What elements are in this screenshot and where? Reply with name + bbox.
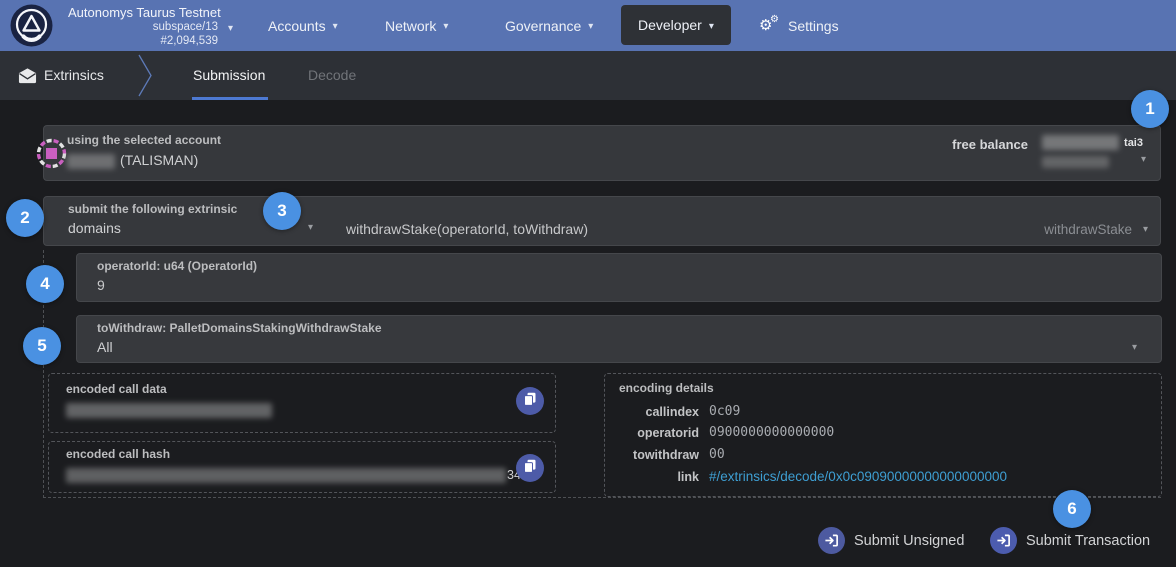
decode-link[interactable]: #/extrinsics/decode/0x0c0909000000000000… [709,469,1007,484]
encoded-call-hash-box: encoded call hash 34 [48,441,556,493]
chevron-separator-icon [136,51,154,105]
chevron-down-icon: ▾ [333,21,338,32]
autonomys-logo-icon[interactable] [10,4,53,47]
encoded-call-data-label: encoded call data [66,382,167,396]
encoded-call-data-box: encoded call data [48,373,556,433]
step-badge-3: 3 [263,192,301,230]
chain-name: Autonomys Taurus Testnet [68,5,218,20]
account-label: using the selected account [67,133,221,147]
account-identicon [35,137,68,170]
submit-transaction-button[interactable]: Submit Transaction [990,527,1150,554]
method-select[interactable]: withdrawStake [1044,222,1132,237]
encoding-row-operatorid: operatorid0900000000000000 [619,424,834,442]
to-withdraw-select[interactable]: toWithdraw: PalletDomainsStakingWithdraw… [76,315,1162,363]
encoded-call-hash-redacted [66,468,506,483]
encoded-call-hash-label: encoded call hash [66,447,170,461]
encoded-call-data-redacted [66,403,272,418]
runtime-selector[interactable]: subspace/13 ▾ [68,20,218,34]
extrinsic-label: submit the following extrinsic [68,202,237,216]
pallet-dropdown-caret-icon[interactable]: ▾ [308,222,313,233]
chevron-down-icon: ▾ [709,21,714,32]
sign-in-icon [818,527,845,554]
step-badge-2: 2 [6,199,44,237]
operator-id-label: operatorId: u64 (OperatorId) [97,259,257,273]
nav-developer[interactable]: Developer ▾ [621,5,731,45]
copy-call-data-button[interactable] [516,387,544,415]
gears-icon: ⚙⚙ [759,17,781,35]
copy-call-hash-button[interactable] [516,454,544,482]
tab-submission[interactable]: Submission [193,51,265,100]
balance-dropdown-caret-icon[interactable]: ▾ [1141,154,1146,165]
balance-secondary-redacted [1042,156,1109,168]
section-title: Extrinsics [44,67,104,83]
block-number: #2,094,539 [68,34,218,48]
chevron-down-icon: ▾ [228,22,233,36]
encoding-row-link: link#/extrinsics/decode/0x0c090900000000… [619,468,1007,486]
chevron-down-icon: ▾ [588,21,593,32]
step-badge-6: 6 [1053,490,1091,528]
to-withdraw-label: toWithdraw: PalletDomainsStakingWithdraw… [97,321,382,335]
nav-settings[interactable]: ⚙⚙ Settings [759,0,839,51]
account-select-row[interactable]: using the selected account (TALISMAN) fr… [43,125,1161,181]
copy-icon [523,392,537,411]
tab-bar: Extrinsics Submission Decode [0,51,1176,100]
app-header: Autonomys Taurus Testnet subspace/13 ▾ #… [0,0,1176,51]
chevron-down-icon: ▾ [443,21,448,32]
encoding-details-title: encoding details [619,381,714,395]
operator-id-input[interactable]: operatorId: u64 (OperatorId) 9 [76,253,1162,302]
params-container: operatorId: u64 (OperatorId) 9 toWithdra… [43,250,1161,498]
balance-unit: tai3 [1124,137,1143,149]
extrinsic-select-row: submit the following extrinsic domains ▾… [43,196,1161,246]
step-badge-4: 4 [26,265,64,303]
pallet-select[interactable]: domains [68,220,121,236]
encoding-row-callindex: callindex0c09 [619,403,740,421]
step-badge-5: 5 [23,327,61,365]
chain-info: Autonomys Taurus Testnet subspace/13 ▾ #… [68,5,218,48]
encoding-details-box: encoding details callindex0c09 operatori… [604,373,1162,497]
extrinsics-page: Autonomys Taurus Testnet subspace/13 ▾ #… [0,0,1176,567]
free-balance-redacted [1042,135,1119,150]
account-name-suffix: (TALISMAN) [120,152,198,168]
free-balance-label: free balance [952,137,1028,152]
account-name-redacted [67,154,115,169]
method-signature: withdrawStake(operatorId, toWithdraw) [346,221,588,237]
sign-in-icon [990,527,1017,554]
to-withdraw-caret-icon[interactable]: ▾ [1132,342,1137,353]
operator-id-value[interactable]: 9 [97,277,105,293]
submit-unsigned-button[interactable]: Submit Unsigned [818,527,964,554]
method-dropdown-caret-icon[interactable]: ▾ [1143,224,1148,235]
extrinsics-icon [18,67,37,89]
encoding-row-towithdraw: towithdraw00 [619,446,725,464]
nav-governance[interactable]: Governance ▾ [505,0,593,51]
tab-decode[interactable]: Decode [308,51,356,100]
copy-icon [523,459,537,478]
step-badge-1: 1 [1131,90,1169,128]
nav-accounts[interactable]: Accounts ▾ [268,0,338,51]
active-tab-underline [192,97,268,100]
nav-network[interactable]: Network ▾ [385,0,448,51]
to-withdraw-value[interactable]: All [97,339,113,355]
